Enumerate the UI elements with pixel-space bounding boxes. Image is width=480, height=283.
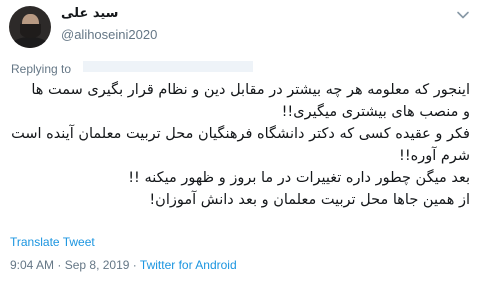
tweet-line: شرم آوره!! (399, 148, 470, 164)
avatar-beard-shape (20, 24, 41, 38)
chevron-down-icon[interactable] (456, 8, 470, 22)
tweet-line: اینجور که معلومه هر چه بیشتر در مقابل دی… (31, 82, 470, 98)
translate-tweet-link[interactable]: Translate Tweet (10, 235, 95, 249)
tweet-time[interactable]: 9:04 AM (10, 258, 54, 272)
replying-to-label: Replying to (11, 62, 72, 76)
meta-separator: · (57, 258, 62, 272)
tweet-line: بعد میگن چطور داره تغییرات در ما بروز و … (128, 170, 470, 186)
author-handle[interactable]: @alihoseini2020 (61, 27, 157, 42)
avatar-body-shape (11, 37, 49, 48)
tweet-date[interactable]: Sep 8, 2019 (65, 258, 130, 272)
tweet-header: سید علی @alihoseini2020 (9, 6, 470, 50)
tweet-line: و منصب های بیشتری میگیری!! (281, 104, 470, 120)
author-display-name[interactable]: سید علی (61, 6, 118, 21)
tweet-line: از همین جاها محل تربیت معلمان و بعد دانش… (149, 192, 470, 208)
tweet-meta: 9:04 AM · Sep 8, 2019 · Twitter for Andr… (10, 258, 237, 272)
tweet-source-link[interactable]: Twitter for Android (140, 258, 237, 272)
avatar[interactable] (9, 6, 51, 48)
tweet-text: اینجور که معلومه هر چه بیشتر در مقابل دی… (9, 79, 470, 211)
tweet-line: فکر و عقیده کسی که دکتر دانشگاه فرهنگیان… (11, 126, 470, 142)
reply-target-redacted (83, 61, 253, 72)
meta-separator: · (132, 258, 137, 272)
